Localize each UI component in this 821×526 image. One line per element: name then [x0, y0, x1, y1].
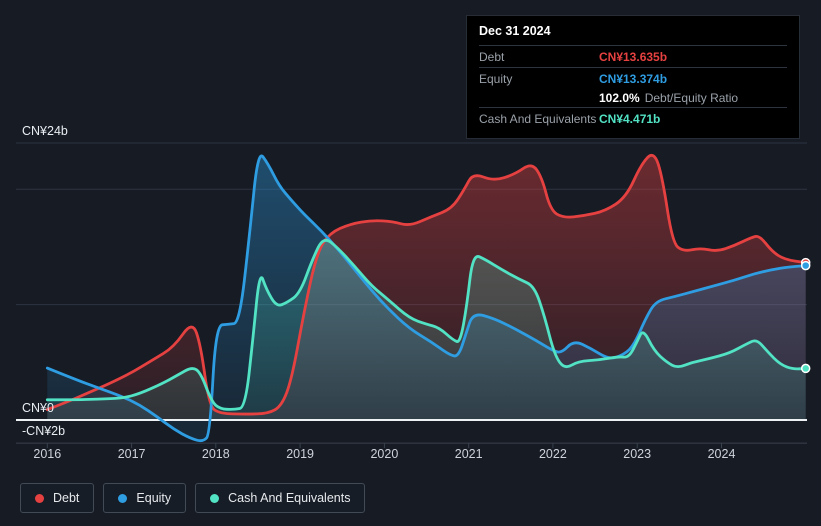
x-axis-label-2020: 2020 [370, 447, 399, 461]
debt-series-dot-icon [35, 493, 44, 503]
tooltip-cash-row: Cash And Equivalents CN¥4.471b [479, 107, 787, 132]
tooltip-debt-value: CN¥13.635b [599, 50, 668, 64]
tooltip-equity-row: Equity CN¥13.374b [479, 67, 787, 89]
tooltip-debt-label: Debt [479, 50, 505, 64]
tooltip-cash-value: CN¥4.471b [599, 112, 661, 126]
legend-label-equity: Equity [136, 491, 172, 505]
tooltip-equity-label: Equity [479, 72, 513, 86]
y-axis-label-0b: CN¥0 [22, 401, 54, 415]
x-axis-label-2016: 2016 [33, 447, 62, 461]
tooltip-date: Dec 31 2024 [479, 24, 551, 38]
tooltip-equity-value: CN¥13.374b [599, 72, 668, 86]
x-axis-label-2021: 2021 [454, 447, 483, 461]
chart-legend: Debt Equity Cash And Equivalents [20, 483, 366, 513]
tooltip-ratio-label: Debt/Equity Ratio [644, 91, 739, 105]
legend-label-cash: Cash And Equivalents [228, 491, 351, 505]
x-axis-label-2023: 2023 [623, 447, 652, 461]
x-axis-label-2019: 2019 [286, 447, 314, 461]
tooltip-ratio-row: 102.0% Debt/Equity Ratio [479, 89, 787, 107]
equity-series-dot-icon [118, 493, 128, 503]
y-axis-label--2b: -CN¥2b [22, 424, 66, 439]
legend-item-debt[interactable]: Debt [20, 483, 95, 513]
chart-tooltip: Dec 31 2024 Debt CN¥13.635b Equity CN¥13… [466, 15, 800, 139]
x-axis-label-2022: 2022 [538, 447, 567, 461]
legend-label-debt: Debt [53, 491, 80, 505]
cash-series-dot-icon [210, 493, 220, 503]
tooltip-cash-label: Cash And Equivalents [479, 112, 597, 126]
x-axis-label-2017: 2017 [117, 447, 146, 461]
debt-equity-history-chart: CN¥24b CN¥0 -CN¥2b 2016 2017 2018 2019 2020 202… [0, 0, 821, 526]
tooltip-debt-row: Debt CN¥13.635b [479, 45, 787, 67]
legend-item-equity[interactable]: Equity [103, 483, 187, 513]
tooltip-ratio-value: 102.0% [599, 91, 640, 105]
y-axis-label-24b: CN¥24b [22, 124, 68, 138]
legend-item-cash[interactable]: Cash And Equivalents [195, 483, 366, 513]
end-dot-equity [800, 260, 811, 271]
end-dot-cash-and-equivalents [800, 363, 811, 374]
x-axis-label-2024: 2024 [707, 447, 736, 461]
x-axis-label-2018: 2018 [201, 447, 230, 461]
